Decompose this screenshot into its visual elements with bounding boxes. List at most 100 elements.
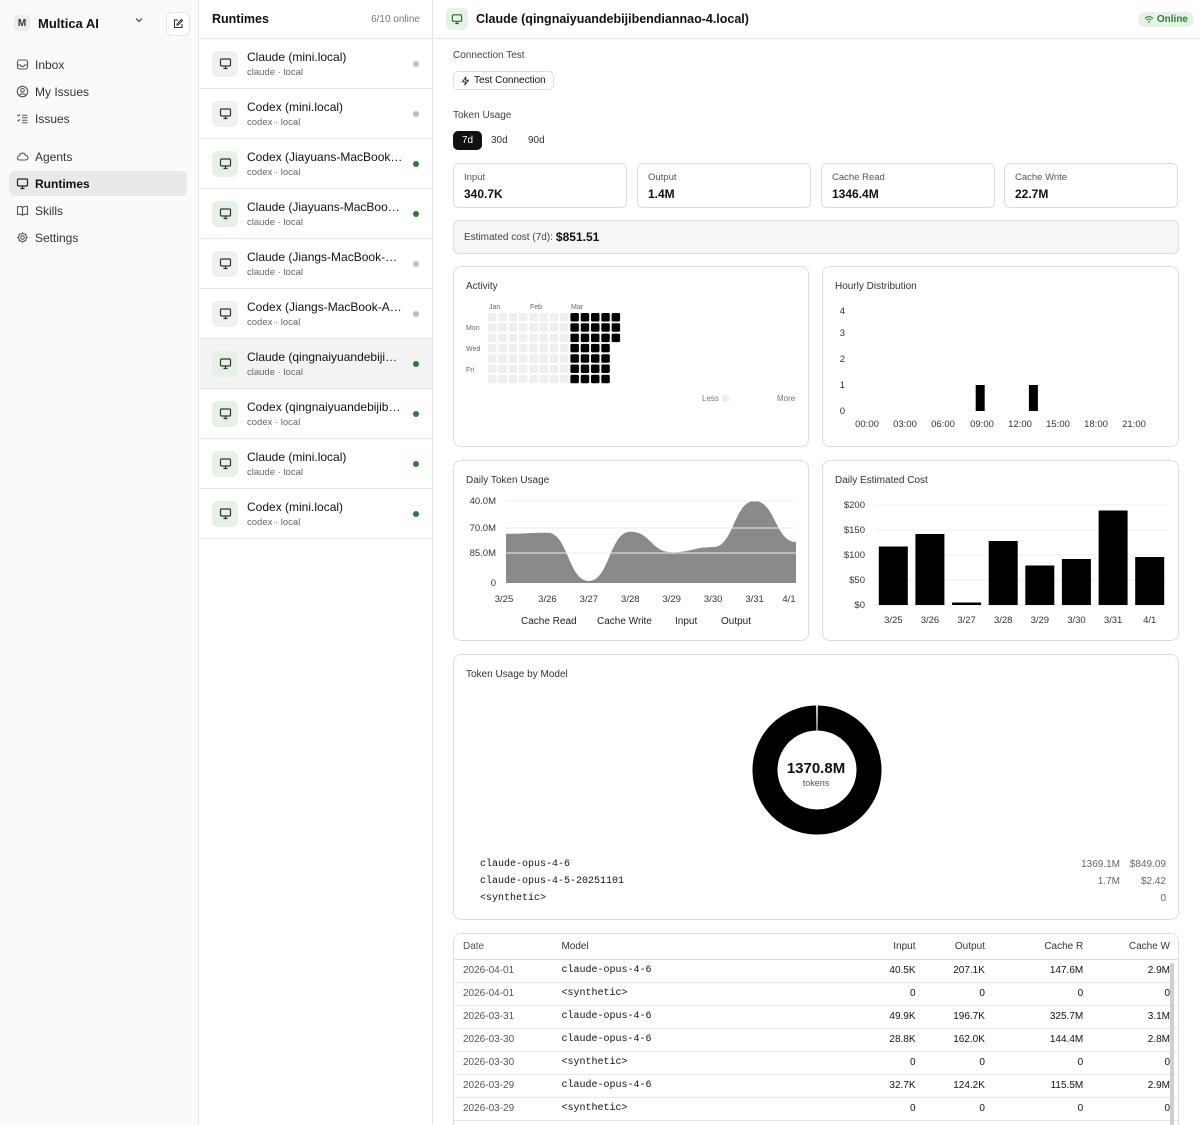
online-status-dot	[413, 511, 419, 517]
col-cache-read[interactable]: Cache R	[992, 934, 1092, 960]
y-tick-label: 3	[840, 328, 845, 339]
bar	[975, 385, 985, 411]
y-tick-label: 4	[840, 306, 845, 317]
cell-date: 2026-03-29	[454, 1097, 554, 1121]
status-text: Online	[1156, 14, 1188, 25]
runtime-item[interactable]: Claude (qingnaiyuandebijibendiannao-4.lo…	[200, 339, 432, 389]
heatmap-cell	[488, 364, 497, 373]
monitor-icon	[212, 350, 238, 377]
runtime-item[interactable]: Claude (Jiayuans-MacBook.local) claude · …	[200, 189, 432, 239]
nav-my-issues[interactable]: My Issues	[9, 79, 187, 104]
heatmap-cell	[539, 364, 548, 373]
table-row: 2026-03-30 claude-opus-4-6 28.8K 162.0K 144.…	[454, 1028, 1178, 1052]
runtime-text: Codex (qingnaiyuandebijibendiannao-4.loc…	[247, 400, 420, 428]
workspace-logo: M	[14, 15, 30, 31]
col-date[interactable]: Date	[454, 934, 554, 960]
cell-output: 162.0K	[923, 1028, 993, 1052]
nav-agents[interactable]: Agents	[9, 144, 187, 169]
heatmap-day-label: Fri	[466, 367, 475, 374]
hourly-distribution-chart: 0 1 2 3 4 00:00 03:00 06:00 09:00 12:00 15:00 18:00…	[840, 306, 1146, 430]
model-name: claude-opus-4-6	[480, 859, 571, 870]
status-badge: Online	[1137, 12, 1194, 27]
token-usage-by-model-card: Token Usage by Model 1370.8M tokens clau…	[453, 654, 1179, 920]
heatmap-month-label: Mar	[571, 304, 584, 311]
heatmap-cell	[539, 374, 548, 384]
heatmap-cell	[560, 313, 569, 322]
bar	[988, 541, 1018, 605]
x-tick-label: 3/31	[1104, 615, 1123, 626]
nav-skills[interactable]: Skills	[9, 198, 187, 223]
runtime-item[interactable]: Codex (Jiangs-MacBook-Air.local) codex · …	[200, 289, 432, 339]
test-connection-button[interactable]: Test Connection	[453, 71, 554, 90]
heatmap-cell	[591, 343, 600, 353]
runtime-item[interactable]: Codex (mini.local) codex · local	[200, 89, 432, 139]
inbox-icon	[15, 58, 29, 72]
gear-icon	[15, 231, 29, 245]
x-tick-label: 3/30	[1067, 615, 1086, 626]
nav-runtimes[interactable]: Runtimes	[9, 171, 187, 196]
y-tick-label: 0	[491, 578, 496, 589]
period-30d[interactable]: 30d	[482, 131, 517, 150]
heatmap-cell	[601, 333, 610, 343]
bar	[1061, 559, 1091, 605]
runtime-item[interactable]: Codex (Jiayuans-MacBook.local) codex · lo…	[200, 139, 432, 189]
col-model[interactable]: Model	[553, 934, 785, 960]
heatmap-cell	[498, 354, 507, 363]
connection-test-label: Connection Test	[453, 50, 525, 61]
online-status-dot	[413, 211, 419, 217]
col-input[interactable]: Input	[784, 934, 924, 960]
runtime-name: Codex (Jiayuans-MacBook.local)	[247, 149, 403, 164]
heatmap-cell	[488, 313, 497, 322]
col-output[interactable]: Output	[923, 934, 993, 960]
table-scrollbar[interactable]	[1170, 963, 1174, 1125]
nav-label: Settings	[35, 230, 79, 245]
heatmap-cell	[518, 354, 528, 363]
model-name: <synthetic>	[480, 893, 547, 904]
runtime-item[interactable]: Codex (mini.local) codex · local	[200, 489, 432, 539]
workspace-name: Multica AI	[38, 15, 99, 31]
heatmap-cell	[591, 333, 600, 343]
cell-model: claude-opus-4-6	[553, 959, 785, 983]
heatmap-day-label: Mon	[466, 325, 480, 332]
runtime-item[interactable]: Claude (mini.local) claude · local	[200, 39, 432, 89]
heatmap-cell	[570, 313, 579, 322]
heatmap-cell	[611, 333, 621, 343]
offline-status-dot	[413, 111, 419, 117]
chevron-down-icon[interactable]	[134, 15, 144, 28]
heatmap-cell	[549, 374, 559, 384]
nav-inbox[interactable]: Inbox	[9, 52, 187, 77]
nav-settings[interactable]: Settings	[9, 225, 187, 250]
monitor-icon	[212, 400, 238, 427]
nav-issues[interactable]: Issues	[9, 106, 187, 131]
x-tick-label: 3/26	[538, 594, 557, 605]
runtime-item[interactable]: Claude (mini.local) claude · local	[200, 439, 432, 489]
heatmap-cell	[518, 333, 528, 343]
x-tick-label: 15:00	[1046, 419, 1070, 430]
period-7d[interactable]: 7d	[453, 131, 483, 150]
heatmap-cell	[539, 323, 548, 332]
runtime-item[interactable]: Claude (Jiangs-MacBook-Air.local) claude …	[200, 239, 432, 289]
period-90d[interactable]: 90d	[519, 131, 554, 150]
y-tick-label: $0	[854, 600, 865, 611]
cell-date: 2026-03-30	[454, 1051, 554, 1075]
heatmap-cell	[580, 333, 590, 343]
heatmap-cell	[518, 343, 528, 353]
runtime-text: Claude (mini.local) claude · local	[247, 50, 420, 78]
new-issue-button[interactable]	[166, 12, 190, 36]
usage-table-card: Date Model Input Output Cache R Cache W …	[453, 933, 1179, 1125]
runtime-item[interactable]: Codex (qingnaiyuandebijibendiannao-4.loc…	[200, 389, 432, 439]
runtime-provider: claude · local	[247, 466, 303, 478]
cell-cache-read: 0	[992, 982, 1092, 1006]
heatmap-cell	[601, 313, 610, 322]
runtime-name: Codex (Jiangs-MacBook-Air.local)	[247, 299, 403, 314]
heatmap-cell	[508, 364, 518, 373]
heatmap-cell	[539, 343, 548, 353]
heatmap-cell	[570, 374, 579, 384]
workspace-switcher[interactable]: M Multica AI	[14, 12, 190, 36]
x-tick-label: 4/1	[782, 594, 795, 605]
x-tick-label: 3/27	[580, 594, 599, 605]
stat-input: Input 340.7K	[453, 163, 627, 208]
runtime-text: Codex (mini.local) codex · local	[247, 100, 420, 128]
col-cache-write[interactable]: Cache W	[1091, 934, 1178, 960]
heatmap-cell	[518, 313, 528, 322]
